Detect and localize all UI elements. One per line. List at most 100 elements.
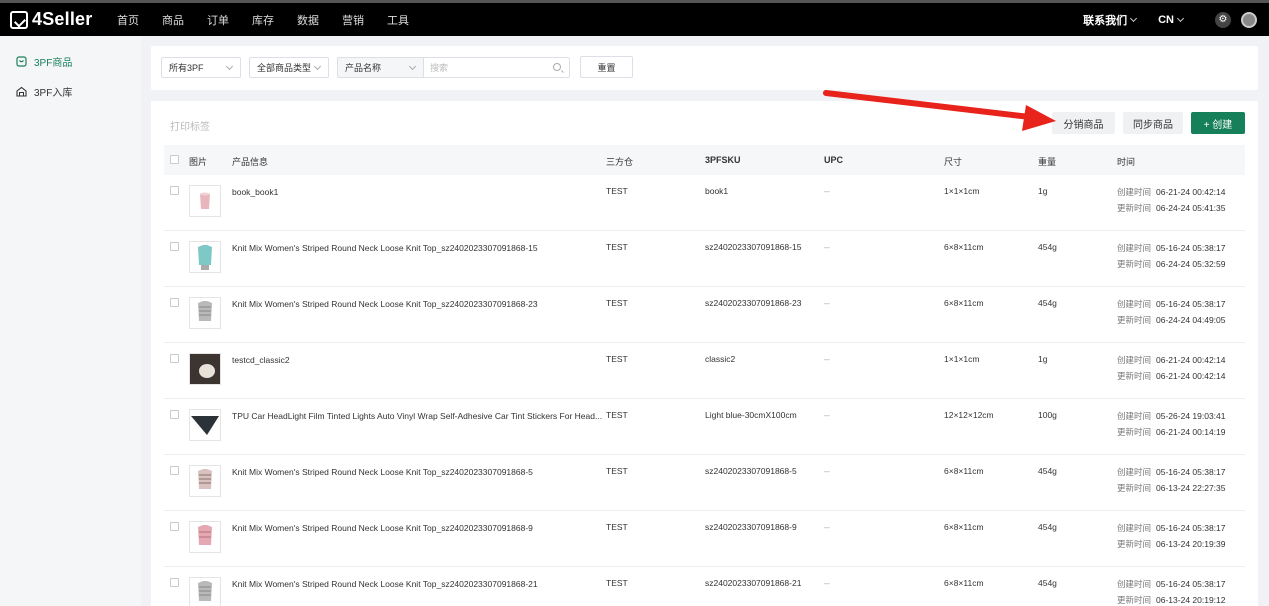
product-name[interactable]: Knit Mix Women's Striped Round Neck Loos… xyxy=(232,579,538,589)
warehouse-select[interactable]: 所有3PF xyxy=(161,57,241,78)
table-row[interactable]: Knit Mix Women's Striped Round Neck Loos… xyxy=(164,455,1245,511)
row-checkbox[interactable] xyxy=(170,186,179,195)
table-row[interactable]: book_book1 TEST book1 -- 1×1×1cm 1g 创建时间 06-21-… xyxy=(164,175,1245,231)
time-cell: 创建时间 05-16-24 05:38:17 更新时间 06-13-24 22:27:… xyxy=(1117,466,1226,498)
created-time-line: 创建时间 06-21-24 00:42:14 xyxy=(1117,186,1226,202)
product-name[interactable]: Knit Mix Women's Striped Round Neck Loos… xyxy=(232,243,538,253)
upc-value: -- xyxy=(824,242,830,252)
top-navbar: 4Seller 首页 商品 订单 库存 数据 营销 工具 联系我们 CN ⚙ xyxy=(0,0,1269,36)
updated-time-value: 06-24-24 05:41:35 xyxy=(1156,203,1226,213)
chevron-down-icon xyxy=(225,62,234,71)
weight-value: 454g xyxy=(1038,298,1057,308)
language-dropdown[interactable]: CN xyxy=(1158,13,1185,26)
upc-value: -- xyxy=(824,298,830,308)
table-row[interactable]: testcd_classic2 TEST classic2 -- 1×1×1cm 1g 创建… xyxy=(164,343,1245,399)
warehouse-value: TEST xyxy=(606,578,628,588)
nav-inventory[interactable]: 库存 xyxy=(252,12,274,28)
row-checkbox[interactable] xyxy=(170,522,179,531)
product-thumbnail[interactable] xyxy=(189,185,221,217)
size-value: 6×8×11cm xyxy=(944,298,984,308)
size-value: 12×12×12cm xyxy=(944,410,994,420)
print-label-button[interactable]: 打印标签 xyxy=(170,118,210,133)
product-thumbnail[interactable] xyxy=(189,465,221,497)
table-row[interactable]: Knit Mix Women's Striped Round Neck Loos… xyxy=(164,567,1245,606)
avatar[interactable] xyxy=(1241,11,1257,28)
time-cell: 创建时间 05-16-24 05:38:17 更新时间 06-24-24 05:32:… xyxy=(1117,242,1226,274)
product-type-select[interactable]: 全部商品类型 xyxy=(249,57,329,78)
product-box-icon xyxy=(16,55,27,67)
warehouse-icon xyxy=(16,86,27,97)
nav-home[interactable]: 首页 xyxy=(117,12,139,28)
created-time-label: 创建时间 xyxy=(1117,579,1152,589)
product-name[interactable]: testcd_classic2 xyxy=(232,355,290,365)
column-header-3pf-sku: 3PFSKU xyxy=(705,155,741,165)
product-name[interactable]: Knit Mix Women's Striped Round Neck Loos… xyxy=(232,299,538,309)
chevron-down-icon xyxy=(1176,14,1185,22)
contact-us-label: 联系我们 xyxy=(1083,14,1128,27)
product-name[interactable]: Knit Mix Women's Striped Round Neck Loos… xyxy=(232,523,533,533)
nav-marketing[interactable]: 营销 xyxy=(342,12,364,28)
time-cell: 创建时间 06-21-24 00:42:14 更新时间 06-24-24 05:41:… xyxy=(1117,186,1226,218)
settings-icon[interactable]: ⚙ xyxy=(1215,11,1231,28)
product-thumbnail[interactable] xyxy=(189,241,221,273)
table-row[interactable]: Knit Mix Women's Striped Round Neck Loos… xyxy=(164,287,1245,343)
warehouse-value: TEST xyxy=(606,354,628,364)
table-row[interactable]: Knit Mix Women's Striped Round Neck Loos… xyxy=(164,231,1245,287)
weight-value: 1g xyxy=(1038,354,1048,364)
product-thumbnail[interactable] xyxy=(189,297,221,329)
upc-value: -- xyxy=(824,186,830,196)
search-field-select[interactable]: 产品名称 xyxy=(337,57,424,78)
search-placeholder: 搜索 xyxy=(430,63,449,73)
product-name[interactable]: TPU Car HeadLight Film Tinted Lights Aut… xyxy=(232,411,602,421)
time-cell: 创建时间 05-26-24 19:03:41 更新时间 06-21-24 00:14:… xyxy=(1117,410,1226,442)
warehouse-value: TEST xyxy=(606,522,628,532)
size-value: 1×1×1cm xyxy=(944,354,980,364)
product-thumbnail[interactable] xyxy=(189,353,221,385)
row-checkbox[interactable] xyxy=(170,354,179,363)
created-time-line: 创建时间 06-21-24 00:42:14 xyxy=(1117,354,1226,370)
reset-button[interactable]: 重置 xyxy=(580,56,633,78)
sync-products-button[interactable]: 同步商品 xyxy=(1123,112,1183,134)
sku-value: sz2402023307091868-5 xyxy=(705,466,797,476)
row-checkbox[interactable] xyxy=(170,298,179,307)
product-thumbnail[interactable] xyxy=(189,409,221,441)
sidebar-item-3pf-inbound[interactable]: 3PF入库 xyxy=(0,77,141,105)
create-button[interactable]: + 创建 xyxy=(1191,112,1245,134)
table-row[interactable]: TPU Car HeadLight Film Tinted Lights Aut… xyxy=(164,399,1245,455)
select-all-checkbox[interactable] xyxy=(170,155,179,164)
product-thumbnail[interactable] xyxy=(189,521,221,553)
brand-logo[interactable]: 4Seller xyxy=(10,9,110,30)
nav-tools[interactable]: 工具 xyxy=(387,12,409,28)
search-input[interactable]: 搜索 xyxy=(423,57,570,78)
time-cell: 创建时间 05-16-24 05:38:17 更新时间 06-24-24 04:49:… xyxy=(1117,298,1226,330)
column-header-image: 图片 xyxy=(189,157,208,167)
row-checkbox[interactable] xyxy=(170,578,179,587)
updated-time-label: 更新时间 xyxy=(1117,259,1152,269)
weight-value: 454g xyxy=(1038,578,1057,588)
sidebar-item-3pf-products[interactable]: 3PF商品 xyxy=(0,47,141,75)
language-label: CN xyxy=(1158,13,1174,26)
distribute-products-button[interactable]: 分销商品 xyxy=(1052,112,1115,134)
updated-time-line: 更新时间 06-13-24 22:27:35 xyxy=(1117,482,1226,498)
column-header-size: 尺寸 xyxy=(944,157,963,167)
updated-time-label: 更新时间 xyxy=(1117,203,1152,213)
warehouse-value: TEST xyxy=(606,298,628,308)
product-name[interactable]: book_book1 xyxy=(232,187,278,197)
created-time-line: 创建时间 05-16-24 05:38:17 xyxy=(1117,242,1226,258)
product-name[interactable]: Knit Mix Women's Striped Round Neck Loos… xyxy=(232,467,533,477)
table-row[interactable]: Knit Mix Women's Striped Round Neck Loos… xyxy=(164,511,1245,567)
created-time-value: 05-16-24 05:38:17 xyxy=(1156,467,1226,477)
row-checkbox[interactable] xyxy=(170,242,179,251)
updated-time-value: 06-21-24 00:14:19 xyxy=(1156,427,1226,437)
product-thumbnail[interactable] xyxy=(189,577,221,606)
nav-orders[interactable]: 订单 xyxy=(207,12,229,28)
sidebar-item-label: 3PF入库 xyxy=(34,87,73,99)
nav-data[interactable]: 数据 xyxy=(297,12,319,28)
row-checkbox[interactable] xyxy=(170,410,179,419)
row-checkbox[interactable] xyxy=(170,466,179,475)
contact-us-dropdown[interactable]: 联系我们 xyxy=(1083,12,1138,28)
updated-time-line: 更新时间 06-13-24 20:19:39 xyxy=(1117,538,1226,554)
size-value: 6×8×11cm xyxy=(944,522,984,532)
weight-value: 100g xyxy=(1038,410,1057,420)
nav-products[interactable]: 商品 xyxy=(162,12,184,28)
